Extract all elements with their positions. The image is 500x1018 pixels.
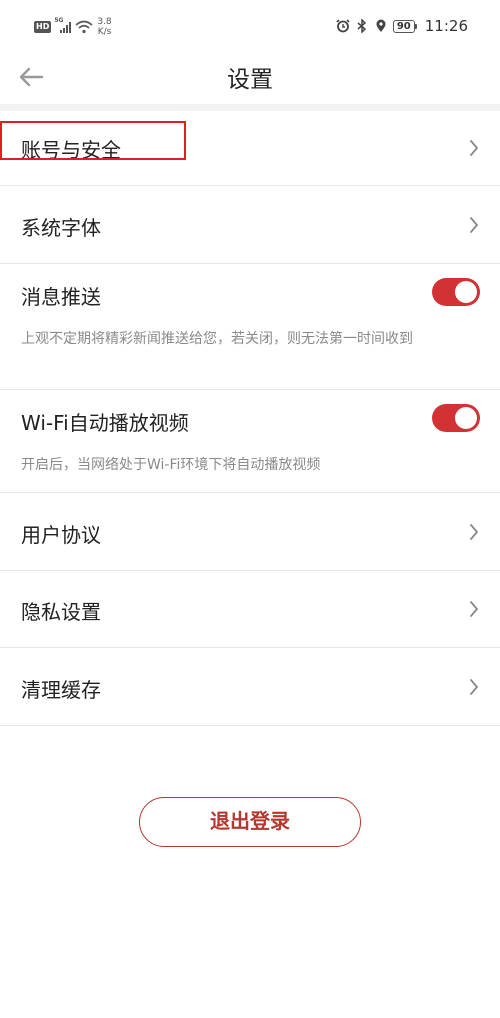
settings-item-label: Wi-Fi自动播放视频 [21,411,189,435]
toggle-knob [455,281,477,303]
battery-level: 90 [392,19,415,33]
status-left: HD 5G 3.8 K/s [34,17,112,37]
wifi-autoplay-description: 开启后，当网络处于Wi-Fi环境下将自动播放视频 [21,457,321,473]
chevron-right-icon [470,524,479,540]
page-title: 设置 [227,67,273,93]
message-push-description: 上观不定期将精彩新闻推送给您，若关闭，则无法第一时间收到 [21,331,413,347]
alarm-icon [336,19,350,33]
settings-item-label: 隐私设置 [21,600,101,624]
settings-item-user-agreement[interactable]: 用户协议 [0,493,500,571]
chevron-right-icon [470,679,479,695]
status-bar: HD 5G 3.8 K/s 90 11:26 [0,0,500,50]
bluetooth-icon [357,19,366,33]
chevron-right-icon [470,140,479,156]
battery-icon: 90 [392,19,417,33]
settings-item-system-font[interactable]: 系统字体 [0,186,500,264]
net-speed-value: 3.8 [97,17,112,27]
settings-item-message-push: 消息推送 上观不定期将精彩新闻推送给您，若关闭，则无法第一时间收到 [0,264,500,390]
settings-item-label: 用户协议 [21,523,101,547]
wifi-icon [75,20,93,34]
divider [0,725,500,726]
message-push-toggle[interactable] [432,278,480,306]
net-speed-unit: K/s [97,27,112,37]
settings-item-clear-cache[interactable]: 清理缓存 [0,648,500,726]
status-right: 90 11:26 [336,17,468,35]
app-bar: 设置 [0,50,500,104]
header-separator [0,104,500,111]
settings-item-label: 系统字体 [21,216,101,240]
chevron-right-icon [470,601,479,617]
settings-item-label: 清理缓存 [21,678,101,702]
location-icon [376,19,386,32]
highlight-box [0,121,186,160]
settings-item-privacy[interactable]: 隐私设置 [0,571,500,648]
hd-badge: HD [34,21,52,33]
toggle-knob [455,407,477,429]
wifi-autoplay-toggle[interactable] [432,404,480,432]
network-type-label: 5G [54,17,64,24]
signal-icon: 5G [54,17,72,33]
logout-button[interactable]: 退出登录 [139,797,361,847]
settings-item-wifi-autoplay: Wi-Fi自动播放视频 开启后，当网络处于Wi-Fi环境下将自动播放视频 [0,390,500,493]
status-time: 11:26 [424,17,468,35]
settings-item-label: 消息推送 [21,285,101,309]
net-speed: 3.8 K/s [97,17,111,37]
chevron-right-icon [470,217,479,233]
